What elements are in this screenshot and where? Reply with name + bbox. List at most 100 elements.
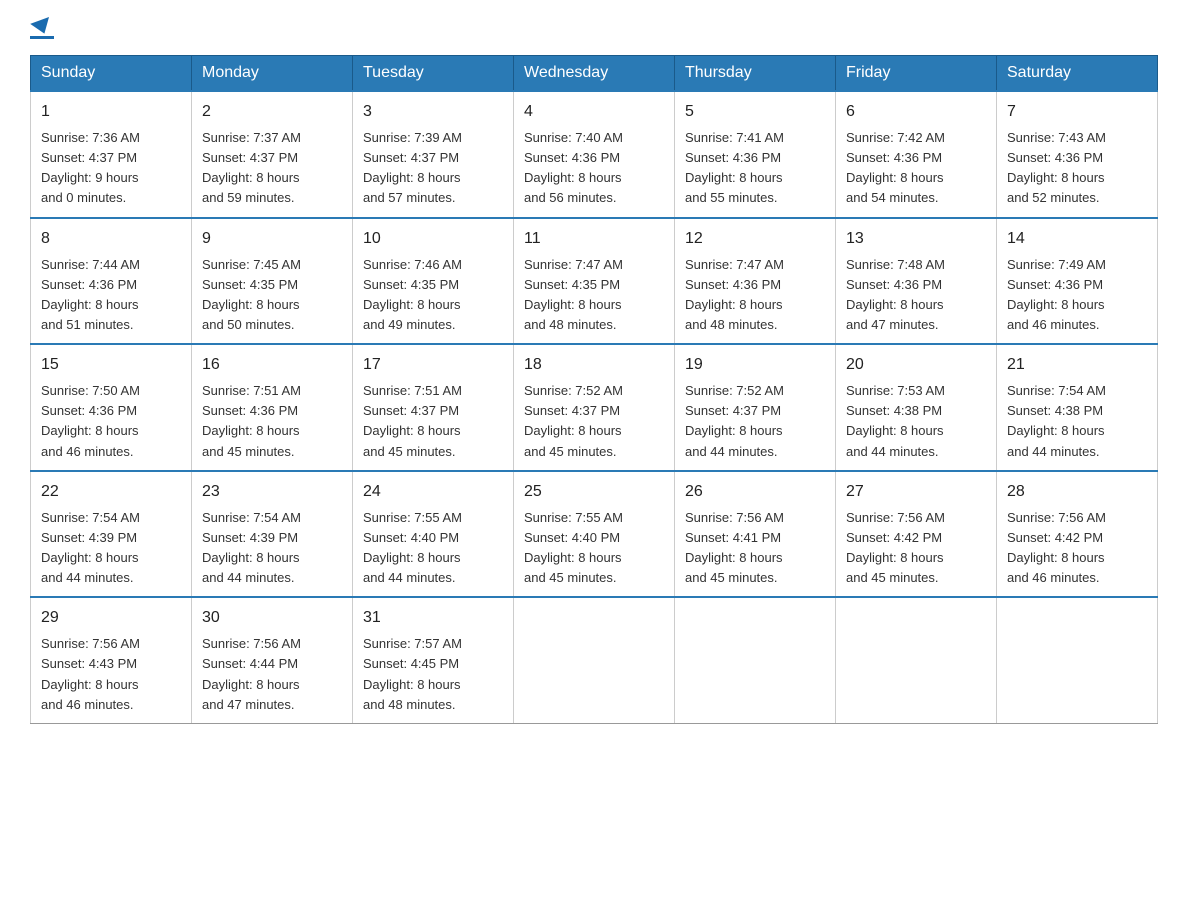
day-info: Sunrise: 7:54 AMSunset: 4:39 PMDaylight:…	[41, 510, 140, 585]
day-number: 20	[846, 353, 986, 377]
day-info: Sunrise: 7:47 AMSunset: 4:36 PMDaylight:…	[685, 257, 784, 332]
day-info: Sunrise: 7:51 AMSunset: 4:36 PMDaylight:…	[202, 383, 301, 458]
day-info: Sunrise: 7:55 AMSunset: 4:40 PMDaylight:…	[363, 510, 462, 585]
day-number: 27	[846, 480, 986, 504]
day-number: 23	[202, 480, 342, 504]
page-header	[30, 20, 1158, 39]
calendar-cell: 6 Sunrise: 7:42 AMSunset: 4:36 PMDayligh…	[836, 91, 997, 218]
day-number: 8	[41, 227, 181, 251]
calendar-week-row: 1 Sunrise: 7:36 AMSunset: 4:37 PMDayligh…	[31, 91, 1158, 218]
day-number: 22	[41, 480, 181, 504]
day-info: Sunrise: 7:40 AMSunset: 4:36 PMDaylight:…	[524, 130, 623, 205]
weekday-header-thursday: Thursday	[675, 56, 836, 92]
day-number: 13	[846, 227, 986, 251]
day-info: Sunrise: 7:52 AMSunset: 4:37 PMDaylight:…	[524, 383, 623, 458]
day-info: Sunrise: 7:47 AMSunset: 4:35 PMDaylight:…	[524, 257, 623, 332]
weekday-header-tuesday: Tuesday	[353, 56, 514, 92]
calendar-cell: 14 Sunrise: 7:49 AMSunset: 4:36 PMDaylig…	[997, 218, 1158, 345]
day-number: 10	[363, 227, 503, 251]
calendar-cell: 20 Sunrise: 7:53 AMSunset: 4:38 PMDaylig…	[836, 344, 997, 471]
calendar-cell: 21 Sunrise: 7:54 AMSunset: 4:38 PMDaylig…	[997, 344, 1158, 471]
logo	[30, 20, 54, 39]
day-number: 12	[685, 227, 825, 251]
day-number: 30	[202, 606, 342, 630]
calendar-cell: 13 Sunrise: 7:48 AMSunset: 4:36 PMDaylig…	[836, 218, 997, 345]
calendar-cell: 31 Sunrise: 7:57 AMSunset: 4:45 PMDaylig…	[353, 597, 514, 723]
calendar-cell: 5 Sunrise: 7:41 AMSunset: 4:36 PMDayligh…	[675, 91, 836, 218]
calendar-cell: 2 Sunrise: 7:37 AMSunset: 4:37 PMDayligh…	[192, 91, 353, 218]
calendar-cell: 4 Sunrise: 7:40 AMSunset: 4:36 PMDayligh…	[514, 91, 675, 218]
day-number: 6	[846, 100, 986, 124]
day-number: 7	[1007, 100, 1147, 124]
day-number: 28	[1007, 480, 1147, 504]
calendar-week-row: 22 Sunrise: 7:54 AMSunset: 4:39 PMDaylig…	[31, 471, 1158, 598]
calendar-cell: 12 Sunrise: 7:47 AMSunset: 4:36 PMDaylig…	[675, 218, 836, 345]
calendar-table: SundayMondayTuesdayWednesdayThursdayFrid…	[30, 55, 1158, 724]
day-info: Sunrise: 7:53 AMSunset: 4:38 PMDaylight:…	[846, 383, 945, 458]
day-number: 25	[524, 480, 664, 504]
day-info: Sunrise: 7:43 AMSunset: 4:36 PMDaylight:…	[1007, 130, 1106, 205]
calendar-cell: 7 Sunrise: 7:43 AMSunset: 4:36 PMDayligh…	[997, 91, 1158, 218]
calendar-cell: 18 Sunrise: 7:52 AMSunset: 4:37 PMDaylig…	[514, 344, 675, 471]
day-info: Sunrise: 7:54 AMSunset: 4:39 PMDaylight:…	[202, 510, 301, 585]
weekday-header-friday: Friday	[836, 56, 997, 92]
day-number: 29	[41, 606, 181, 630]
day-info: Sunrise: 7:54 AMSunset: 4:38 PMDaylight:…	[1007, 383, 1106, 458]
day-number: 1	[41, 100, 181, 124]
day-number: 4	[524, 100, 664, 124]
calendar-cell: 23 Sunrise: 7:54 AMSunset: 4:39 PMDaylig…	[192, 471, 353, 598]
day-number: 15	[41, 353, 181, 377]
calendar-cell: 30 Sunrise: 7:56 AMSunset: 4:44 PMDaylig…	[192, 597, 353, 723]
weekday-header-wednesday: Wednesday	[514, 56, 675, 92]
calendar-cell: 8 Sunrise: 7:44 AMSunset: 4:36 PMDayligh…	[31, 218, 192, 345]
day-number: 19	[685, 353, 825, 377]
calendar-cell: 26 Sunrise: 7:56 AMSunset: 4:41 PMDaylig…	[675, 471, 836, 598]
calendar-cell: 29 Sunrise: 7:56 AMSunset: 4:43 PMDaylig…	[31, 597, 192, 723]
calendar-cell: 9 Sunrise: 7:45 AMSunset: 4:35 PMDayligh…	[192, 218, 353, 345]
logo-underline	[30, 36, 54, 39]
day-number: 3	[363, 100, 503, 124]
calendar-cell: 28 Sunrise: 7:56 AMSunset: 4:42 PMDaylig…	[997, 471, 1158, 598]
calendar-cell: 19 Sunrise: 7:52 AMSunset: 4:37 PMDaylig…	[675, 344, 836, 471]
weekday-header-monday: Monday	[192, 56, 353, 92]
day-number: 11	[524, 227, 664, 251]
day-info: Sunrise: 7:42 AMSunset: 4:36 PMDaylight:…	[846, 130, 945, 205]
day-number: 18	[524, 353, 664, 377]
calendar-cell: 15 Sunrise: 7:50 AMSunset: 4:36 PMDaylig…	[31, 344, 192, 471]
calendar-cell: 22 Sunrise: 7:54 AMSunset: 4:39 PMDaylig…	[31, 471, 192, 598]
calendar-cell	[836, 597, 997, 723]
day-info: Sunrise: 7:56 AMSunset: 4:42 PMDaylight:…	[846, 510, 945, 585]
calendar-cell: 25 Sunrise: 7:55 AMSunset: 4:40 PMDaylig…	[514, 471, 675, 598]
calendar-week-row: 29 Sunrise: 7:56 AMSunset: 4:43 PMDaylig…	[31, 597, 1158, 723]
day-info: Sunrise: 7:41 AMSunset: 4:36 PMDaylight:…	[685, 130, 784, 205]
day-info: Sunrise: 7:56 AMSunset: 4:43 PMDaylight:…	[41, 636, 140, 711]
day-number: 31	[363, 606, 503, 630]
day-info: Sunrise: 7:57 AMSunset: 4:45 PMDaylight:…	[363, 636, 462, 711]
day-info: Sunrise: 7:50 AMSunset: 4:36 PMDaylight:…	[41, 383, 140, 458]
logo-triangle-icon	[30, 17, 54, 37]
day-info: Sunrise: 7:36 AMSunset: 4:37 PMDaylight:…	[41, 130, 140, 205]
calendar-cell: 27 Sunrise: 7:56 AMSunset: 4:42 PMDaylig…	[836, 471, 997, 598]
calendar-header-row: SundayMondayTuesdayWednesdayThursdayFrid…	[31, 56, 1158, 92]
day-info: Sunrise: 7:45 AMSunset: 4:35 PMDaylight:…	[202, 257, 301, 332]
day-number: 14	[1007, 227, 1147, 251]
day-info: Sunrise: 7:56 AMSunset: 4:44 PMDaylight:…	[202, 636, 301, 711]
day-info: Sunrise: 7:37 AMSunset: 4:37 PMDaylight:…	[202, 130, 301, 205]
calendar-cell: 24 Sunrise: 7:55 AMSunset: 4:40 PMDaylig…	[353, 471, 514, 598]
day-number: 16	[202, 353, 342, 377]
day-info: Sunrise: 7:48 AMSunset: 4:36 PMDaylight:…	[846, 257, 945, 332]
day-info: Sunrise: 7:52 AMSunset: 4:37 PMDaylight:…	[685, 383, 784, 458]
day-number: 26	[685, 480, 825, 504]
calendar-cell: 16 Sunrise: 7:51 AMSunset: 4:36 PMDaylig…	[192, 344, 353, 471]
day-info: Sunrise: 7:46 AMSunset: 4:35 PMDaylight:…	[363, 257, 462, 332]
day-info: Sunrise: 7:49 AMSunset: 4:36 PMDaylight:…	[1007, 257, 1106, 332]
day-number: 17	[363, 353, 503, 377]
day-info: Sunrise: 7:56 AMSunset: 4:42 PMDaylight:…	[1007, 510, 1106, 585]
day-info: Sunrise: 7:55 AMSunset: 4:40 PMDaylight:…	[524, 510, 623, 585]
calendar-week-row: 15 Sunrise: 7:50 AMSunset: 4:36 PMDaylig…	[31, 344, 1158, 471]
day-number: 9	[202, 227, 342, 251]
weekday-header-saturday: Saturday	[997, 56, 1158, 92]
weekday-header-sunday: Sunday	[31, 56, 192, 92]
day-number: 5	[685, 100, 825, 124]
calendar-cell: 11 Sunrise: 7:47 AMSunset: 4:35 PMDaylig…	[514, 218, 675, 345]
